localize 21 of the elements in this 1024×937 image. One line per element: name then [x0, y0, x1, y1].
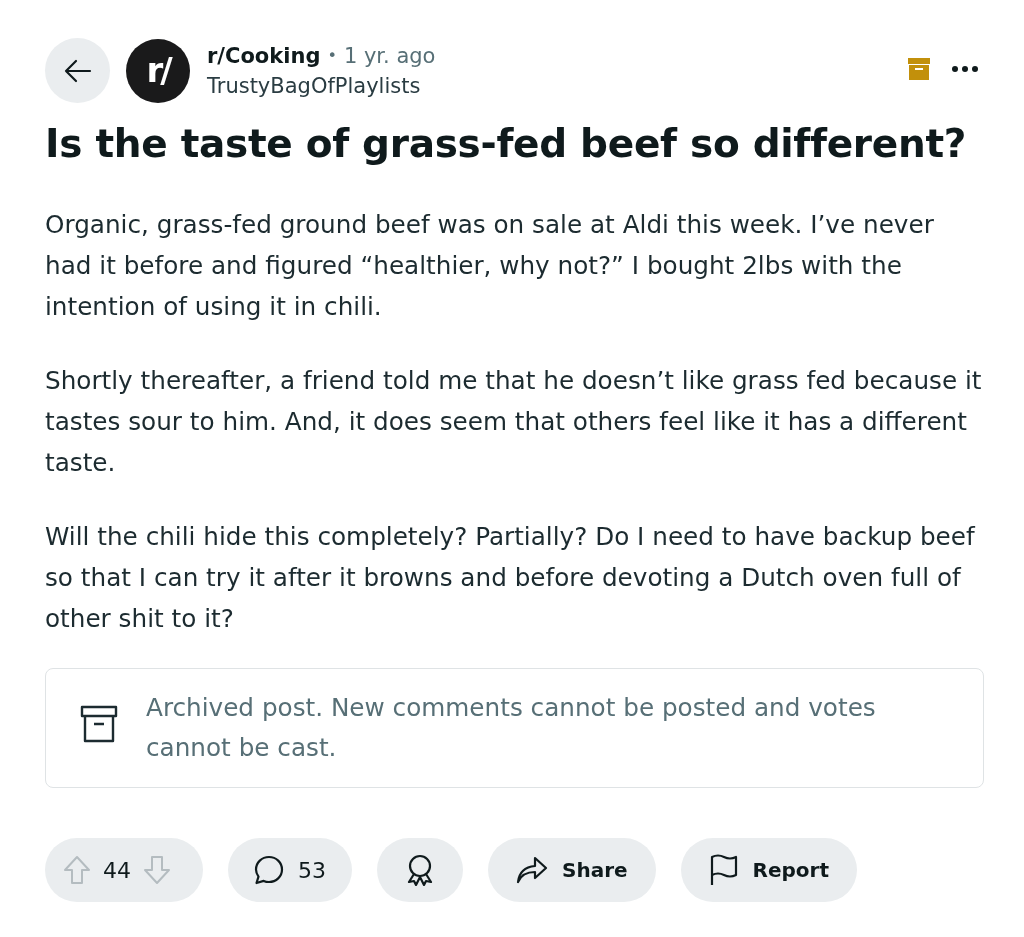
more-options-icon[interactable]: [952, 65, 978, 72]
back-arrow-icon: [63, 58, 92, 83]
post-body-paragraph: Will the chili hide this completely? Partially? Do I need to have backup beef so that I can try it after it browns and before devoting a Dutch oven full of other shit to it?: [45, 521, 977, 635]
comments-button[interactable]: 53: [228, 838, 352, 902]
post-age: 1 yr. ago: [343, 42, 436, 70]
speech-bubble-icon: [254, 855, 284, 885]
share-button[interactable]: Share: [488, 838, 656, 902]
post-body-paragraph: Organic, grass-fed ground beef was on sale at Aldi this week. I’ve never had it before and figured “healthier, why not?” I bought 2lbs with the intention of using it in chili.: [45, 209, 935, 323]
award-ribbon-icon: [406, 854, 434, 886]
post-body-paragraph: Shortly thereafter, a friend told me that he doesn’t like grass fed because it tastes sour to him. And, it does seem that others feel like it has a different taste.: [45, 365, 983, 479]
author-link[interactable]: TrustyBagOfPlaylists: [207, 70, 436, 101]
subreddit-link[interactable]: r/Cooking: [207, 40, 321, 71]
share-arrow-icon: [516, 856, 548, 884]
separator-dot: •: [327, 44, 337, 67]
flag-icon: [708, 854, 739, 886]
vote-count: 44: [103, 856, 131, 885]
post-title: Is the taste of grass-fed beef so different?: [45, 120, 968, 168]
report-button[interactable]: Report: [680, 838, 858, 902]
archived-notice-text: Archived post. New comments cannot be posted and votes cannot be cast.: [146, 692, 877, 764]
archive-box-icon: [80, 705, 118, 743]
subreddit-avatar[interactable]: r/: [126, 38, 190, 103]
